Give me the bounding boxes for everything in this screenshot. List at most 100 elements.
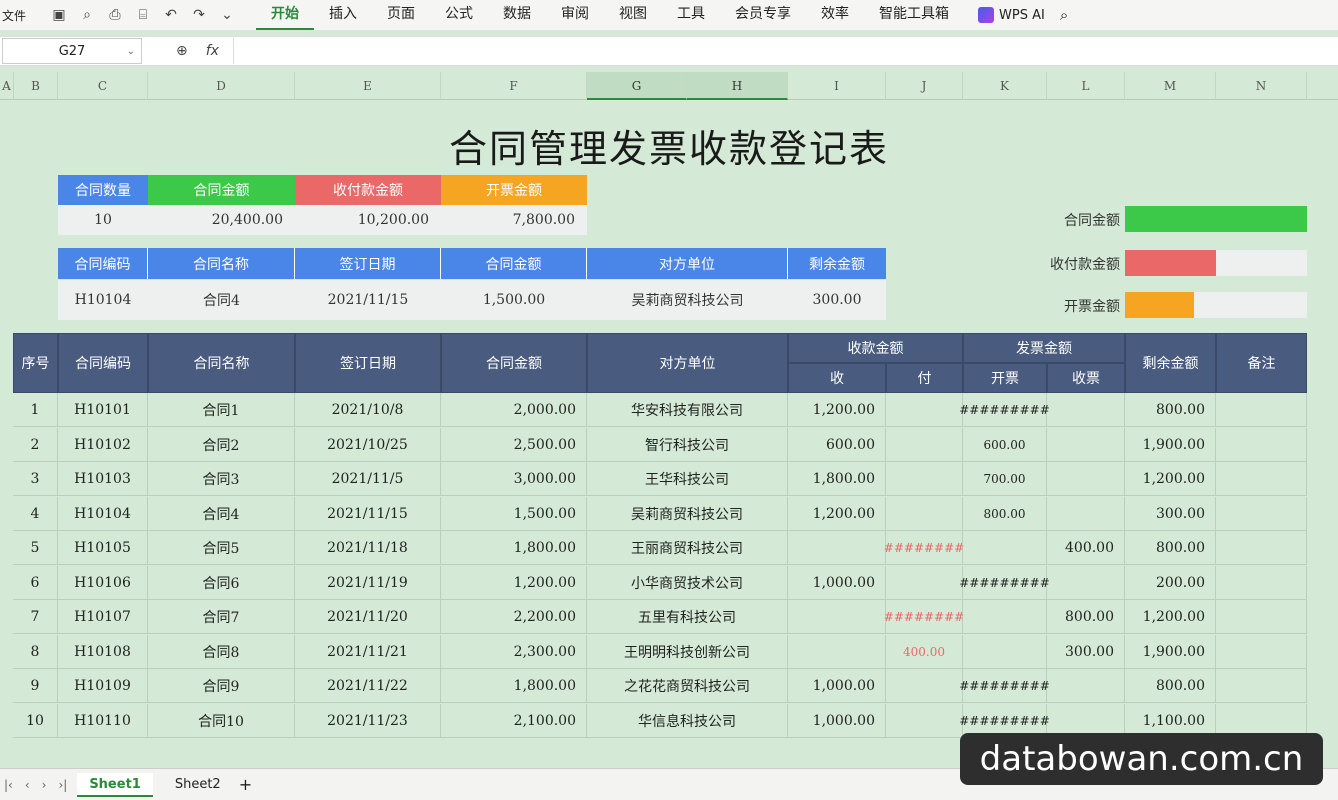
table-cell-note[interactable] [1216, 669, 1307, 703]
table-cell-remain[interactable]: 1,200.00 [1125, 462, 1216, 496]
table-cell-date[interactable]: 2021/11/5 [295, 462, 441, 496]
table-cell-receive[interactable] [788, 531, 886, 565]
table-cell-amount[interactable]: 3,000.00 [441, 462, 587, 496]
column-header-k[interactable]: K [963, 72, 1047, 100]
column-header-h[interactable]: H [687, 72, 788, 100]
table-cell-seq[interactable]: 9 [13, 669, 58, 703]
file-menu[interactable]: 文件 [2, 7, 28, 24]
table-cell-seq[interactable]: 2 [13, 427, 58, 462]
table-cell-note[interactable] [1216, 496, 1307, 531]
table-cell-remain[interactable]: 200.00 [1125, 565, 1216, 600]
table-cell-remain[interactable]: 300.00 [1125, 496, 1216, 531]
table-cell-name[interactable]: 合同7 [148, 600, 295, 634]
table-cell-note[interactable] [1216, 634, 1307, 669]
table-cell-receive[interactable]: 1,000.00 [788, 565, 886, 600]
table-cell-party[interactable]: 华信息科技公司 [587, 703, 788, 738]
table-cell-recv[interactable] [1047, 393, 1125, 427]
table-cell-name[interactable]: 合同9 [148, 669, 295, 703]
column-header-d[interactable]: D [148, 72, 295, 100]
tab-7[interactable]: 工具 [662, 0, 720, 30]
sheet-tab-sheet1[interactable]: Sheet1 [77, 772, 153, 797]
lookup-party[interactable]: 吴莉商贸科技公司 [587, 280, 788, 320]
table-cell-remain[interactable]: 1,900.00 [1125, 427, 1216, 462]
table-cell-party[interactable]: 五里有科技公司 [587, 600, 788, 634]
table-cell-seq[interactable]: 7 [13, 600, 58, 634]
table-cell-name[interactable]: 合同8 [148, 634, 295, 669]
table-cell-date[interactable]: 2021/11/15 [295, 496, 441, 531]
table-cell-party[interactable]: 王华科技公司 [587, 462, 788, 496]
table-cell-party[interactable]: 王丽商贸科技公司 [587, 531, 788, 565]
table-cell-receive[interactable] [788, 600, 886, 634]
table-cell-pay[interactable]: ######## [884, 600, 964, 634]
table-cell-date[interactable]: 2021/11/21 [295, 634, 441, 669]
tab-10[interactable]: 智能工具箱 [864, 0, 964, 30]
table-cell-note[interactable] [1216, 393, 1307, 427]
table-cell-name[interactable]: 合同6 [148, 565, 295, 600]
table-cell-open[interactable]: 800.00 [963, 496, 1047, 531]
add-sheet-icon[interactable]: + [239, 775, 252, 794]
table-cell-open[interactable]: ######### [959, 565, 1050, 600]
table-cell-amount[interactable]: 2,500.00 [441, 427, 587, 462]
lookup-code[interactable]: H10104 [58, 280, 148, 320]
table-cell-date[interactable]: 2021/10/25 [295, 427, 441, 462]
tab-5[interactable]: 审阅 [546, 0, 604, 30]
table-cell-seq[interactable]: 3 [13, 462, 58, 496]
table-cell-name[interactable]: 合同1 [148, 393, 295, 427]
table-cell-name[interactable]: 合同5 [148, 531, 295, 565]
table-cell-pay[interactable] [886, 669, 963, 703]
tab-2[interactable]: 页面 [372, 0, 430, 30]
tab-9[interactable]: 效率 [806, 0, 864, 30]
table-cell-remain[interactable]: 800.00 [1125, 531, 1216, 565]
summary-amount[interactable]: 20,400.00 [148, 205, 295, 235]
sheet-tab-sheet2[interactable]: Sheet2 [163, 773, 233, 797]
column-header-c[interactable]: C [58, 72, 148, 100]
table-cell-recv[interactable] [1047, 669, 1125, 703]
last-sheet-icon[interactable]: ›| [58, 778, 67, 792]
chevron-down-icon[interactable]: ⌄ [218, 6, 236, 24]
table-cell-date[interactable]: 2021/11/20 [295, 600, 441, 634]
table-cell-date[interactable]: 2021/11/18 [295, 531, 441, 565]
column-header-a[interactable]: A [0, 72, 14, 100]
table-cell-party[interactable]: 王明明科技创新公司 [587, 634, 788, 669]
table-cell-seq[interactable]: 4 [13, 496, 58, 531]
print-preview-icon[interactable]: ⌸ [134, 6, 152, 24]
table-cell-receive[interactable]: 1,200.00 [788, 393, 886, 427]
table-cell-seq[interactable]: 6 [13, 565, 58, 600]
table-cell-seq[interactable]: 5 [13, 531, 58, 565]
table-cell-note[interactable] [1216, 565, 1307, 600]
table-cell-pay[interactable] [886, 427, 963, 462]
column-header-j[interactable]: J [886, 72, 963, 100]
lookup-name[interactable]: 合同4 [148, 280, 295, 320]
table-cell-name[interactable]: 合同10 [148, 703, 295, 738]
formula-input[interactable] [232, 38, 1338, 64]
tab-6[interactable]: 视图 [604, 0, 662, 30]
table-cell-amount[interactable]: 1,500.00 [441, 496, 587, 531]
table-cell-note[interactable] [1216, 600, 1307, 634]
chevron-down-icon[interactable]: ⌄ [127, 46, 135, 57]
redo-icon[interactable]: ↷ [190, 6, 208, 24]
name-box[interactable]: G27 ⌄ [2, 38, 142, 64]
table-cell-date[interactable]: 2021/11/22 [295, 669, 441, 703]
table-cell-name[interactable]: 合同2 [148, 427, 295, 462]
table-cell-note[interactable] [1216, 531, 1307, 565]
table-cell-recv[interactable] [1047, 496, 1125, 531]
tab-1[interactable]: 插入 [314, 0, 372, 30]
table-cell-open[interactable]: ######### [959, 669, 1050, 703]
format-painter-icon[interactable]: ⌕ [78, 6, 96, 24]
tab-4[interactable]: 数据 [488, 0, 546, 30]
tab-0[interactable]: 开始 [256, 0, 314, 30]
table-cell-code[interactable]: H10102 [58, 427, 148, 462]
table-cell-remain[interactable]: 800.00 [1125, 393, 1216, 427]
print-icon[interactable]: ⎙ [106, 6, 124, 24]
table-cell-receive[interactable] [788, 634, 886, 669]
table-cell-code[interactable]: H10106 [58, 565, 148, 600]
table-cell-party[interactable]: 华安科技有限公司 [587, 393, 788, 427]
table-cell-seq[interactable]: 8 [13, 634, 58, 669]
table-cell-note[interactable] [1216, 427, 1307, 462]
summary-paid[interactable]: 10,200.00 [295, 205, 441, 235]
search-icon[interactable]: ⌕ [1060, 6, 1068, 24]
table-cell-name[interactable]: 合同4 [148, 496, 295, 531]
table-cell-pay[interactable] [886, 462, 963, 496]
table-cell-pay[interactable]: ######## [884, 531, 964, 565]
table-cell-code[interactable]: H10104 [58, 496, 148, 531]
